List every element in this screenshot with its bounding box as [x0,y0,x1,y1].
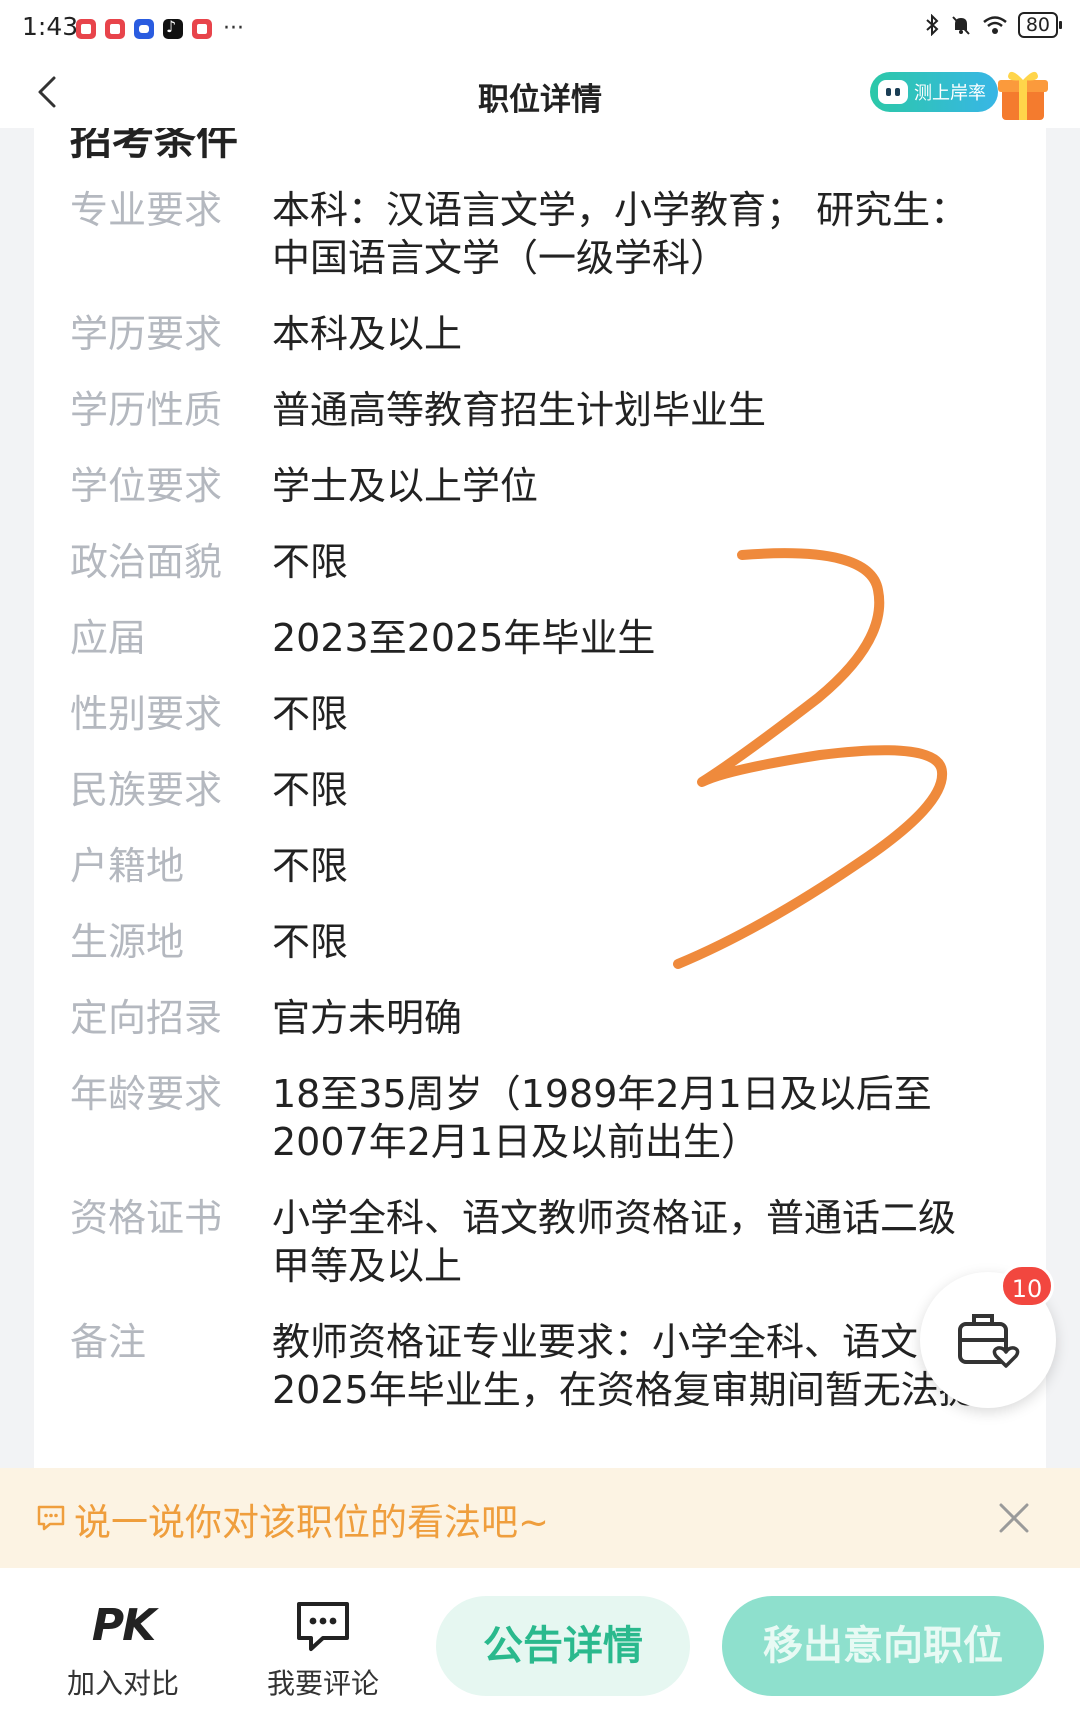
requirement-label: 应届 [70,616,147,660]
requirement-value: 不限 [272,920,349,964]
requirement-row: 年龄要求 18至35周岁（1989年2月1日及以后至 2007年2月1日及以前出… [70,1070,1040,1166]
write-comment-label: 我要评论 [266,1667,379,1700]
app-notification-icon [134,18,154,39]
content-area[interactable]: 招考条件 专业要求 本科：汉语言文学，小学教育； 研究生： 中国语言文学（一级学… [0,128,1080,1468]
app-notification-icon [192,18,212,39]
app-notification-icon [76,18,96,39]
requirement-value: 官方未明确 [272,996,463,1040]
requirement-value: 普通高等教育招生计划毕业生 [272,388,767,432]
requirement-label: 学历要求 [70,312,223,356]
write-comment-button[interactable]: 我要评论 [248,1598,398,1702]
gift-icon[interactable] [996,64,1050,122]
requirement-label: 定向招录 [70,996,223,1040]
comment-icon [297,1602,349,1651]
app-notification-icon [105,18,125,39]
requirement-label: 民族要求 [70,768,223,812]
cart-count-badge: 10 [1000,1264,1054,1308]
requirement-row: 专业要求 本科：汉语言文学，小学教育； 研究生： 中国语言文学（一级学科） [70,186,1040,282]
requirement-value: 不限 [272,692,349,736]
requirement-value: 本科及以上 [272,312,463,356]
requirement-row: 生源地 不限 [70,918,1040,966]
more-notifications-icon: ··· [223,16,244,41]
requirement-row: 学历要求 本科及以上 [70,310,1040,358]
notification-icons: ··· [76,16,244,41]
wifi-icon [983,16,1007,34]
pk-icon: PK [91,1600,156,1651]
requirements-card: 招考条件 专业要求 本科：汉语言文学，小学教育； 研究生： 中国语言文学（一级学… [34,128,1046,1468]
add-compare-label: 加入对比 [66,1667,179,1700]
requirement-row: 资格证书 小学全科、语文教师资格证，普通话二级 甲等及以上 [70,1194,1040,1290]
requirement-row: 应届 2023至2025年毕业生 [70,614,1040,662]
section-title: 招考条件 [70,128,239,164]
requirement-value: 不限 [272,844,349,888]
requirement-value: 不限 [272,768,349,812]
requirement-label: 学历性质 [70,388,223,432]
mute-bell-icon [952,16,970,35]
screen: 1:43 ··· 80 职位详情 测上岸率 [0,0,1080,1728]
requirement-label: 学位要求 [70,464,223,508]
requirement-value: 2023至2025年毕业生 [272,616,656,660]
requirement-label: 生源地 [70,920,185,964]
requirement-value: 18至35周岁（1989年2月1日及以后至 2007年2月1日及以前出生） [272,1072,932,1164]
battery-indicator: 80 [1017,12,1063,38]
requirement-label: 性别要求 [70,692,223,736]
announcement-details-button[interactable]: 公告详情 [436,1596,690,1696]
bluetooth-icon [926,14,939,36]
tiktok-icon [163,17,183,39]
requirement-value: 小学全科、语文教师资格证，普通话二级 甲等及以上 [272,1196,957,1288]
status-indicators: 80 [924,12,1063,38]
top-nav-bar: 职位详情 测上岸率 [0,56,1080,128]
comment-prompt-text: 说一说你对该职位的看法吧~ [74,1501,550,1544]
requirement-row: 民族要求 不限 [70,766,1040,814]
add-compare-button[interactable]: PK 加入对比 [48,1598,198,1702]
requirement-row: 学历性质 普通高等教育招生计划毕业生 [70,386,1040,434]
chat-bubble-icon [37,1505,65,1531]
requirement-label: 备注 [70,1320,147,1364]
requirement-value: 学士及以上学位 [272,464,539,508]
requirements-list: 专业要求 本科：汉语言文学，小学教育； 研究生： 中国语言文学（一级学科） 学历… [70,186,1040,1442]
remove-intent-position-button[interactable]: 移出意向职位 [722,1596,1044,1696]
measure-success-rate-label: 测上岸率 [914,83,986,104]
close-icon[interactable] [996,1500,1032,1536]
requirement-row: 定向招录 官方未明确 [70,994,1040,1042]
measure-success-rate-button[interactable]: 测上岸率 [870,72,998,112]
requirement-row: 性别要求 不限 [70,690,1040,738]
requirement-row: 政治面貌 不限 [70,538,1040,586]
requirement-label: 户籍地 [70,844,185,888]
status-bar: 1:43 ··· 80 [0,0,1080,56]
bottom-action-bar: PK 加入对比 我要评论 公告详情 移出意向职位 [0,1568,1080,1728]
requirement-value: 本科：汉语言文学，小学教育； 研究生： 中国语言文学（一级学科） [272,188,969,280]
requirement-row: 备注 教师资格证专业要求：小学全科、语文； 2025年毕业生，在资格复审期间暂无… [70,1318,1040,1414]
requirement-row: 户籍地 不限 [70,842,1040,890]
requirement-label: 专业要求 [70,188,223,232]
briefcase-heart-icon [958,1314,1020,1368]
comment-prompt-bar[interactable]: 说一说你对该职位的看法吧~ [0,1468,1080,1568]
requirement-value: 不限 [272,540,349,584]
requirement-label: 政治面貌 [70,540,223,584]
robot-icon [878,80,908,104]
requirement-label: 年龄要求 [70,1072,223,1116]
status-time: 1:43 [22,12,79,41]
requirement-row: 学位要求 学士及以上学位 [70,462,1040,510]
requirement-label: 资格证书 [70,1196,223,1240]
